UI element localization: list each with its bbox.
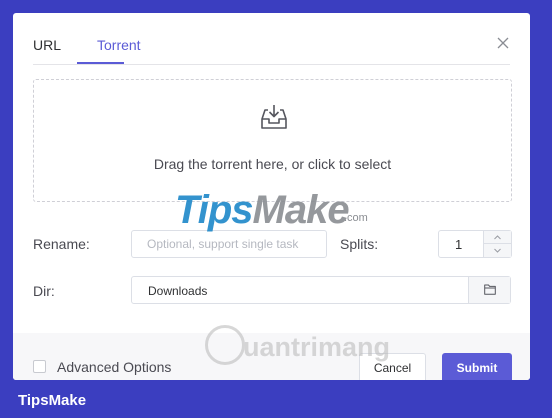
stepper-increase-button[interactable]	[484, 231, 511, 244]
dir-input[interactable]: Downloads	[131, 276, 511, 304]
torrent-drop-zone[interactable]: Drag the torrent here, or click to selec…	[33, 79, 512, 202]
inbox-icon	[261, 105, 287, 129]
splits-stepper[interactable]: 1	[438, 230, 512, 258]
rename-input[interactable]	[131, 230, 327, 258]
chevron-down-icon	[494, 248, 501, 253]
close-icon	[497, 37, 509, 49]
splits-label: Splits:	[340, 236, 379, 252]
tab-torrent[interactable]: Torrent	[97, 37, 141, 53]
dir-value: Downloads	[148, 284, 208, 298]
folder-icon	[484, 284, 496, 295]
stepper-controls	[483, 231, 511, 257]
footer-brand-text: TipsMake	[18, 392, 87, 409]
tab-bar: URL Torrent	[33, 13, 510, 65]
drop-zone-text: Drag the torrent here, or click to selec…	[153, 156, 392, 172]
dir-label: Dir:	[33, 283, 55, 299]
advanced-options-label[interactable]: Advanced Options	[57, 359, 171, 375]
close-button[interactable]	[495, 35, 511, 51]
brand-footer: TipsMake	[0, 382, 552, 418]
splits-value: 1	[455, 237, 463, 252]
browse-folder-button[interactable]	[468, 277, 510, 303]
tab-url[interactable]: URL	[33, 37, 61, 53]
rename-label: Rename:	[33, 236, 90, 252]
stepper-decrease-button[interactable]	[484, 244, 511, 257]
add-task-dialog: URL Torrent Drag the torrent here, or cl…	[13, 13, 530, 380]
cancel-button[interactable]: Cancel	[359, 353, 426, 380]
active-tab-indicator	[77, 62, 124, 64]
advanced-options-checkbox[interactable]	[33, 360, 46, 373]
chevron-up-icon	[494, 235, 501, 240]
submit-button[interactable]: Submit	[442, 353, 512, 380]
